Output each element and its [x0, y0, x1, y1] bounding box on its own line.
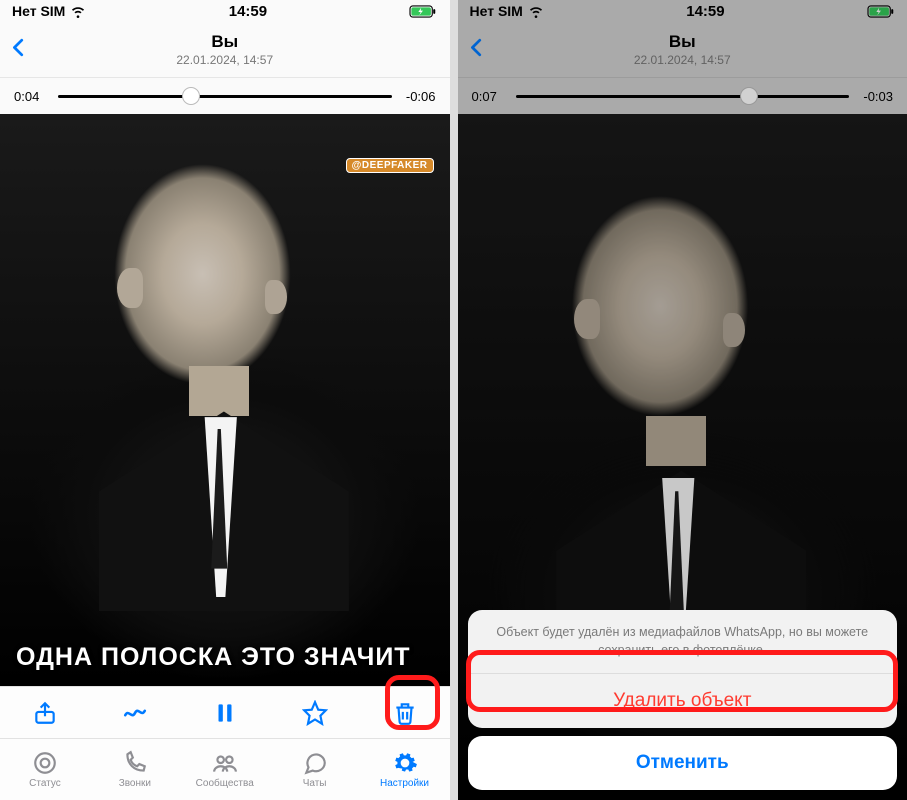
tab-status[interactable]: Статус: [0, 750, 90, 789]
action-sheet: Объект будет удалён из медиафайлов Whats…: [468, 610, 898, 790]
elapsed-time: 0:04: [14, 89, 50, 104]
tab-label: Сообщества: [196, 778, 254, 789]
watermark-badge: @DEEPFAKER: [346, 158, 434, 173]
tab-label: Звонки: [119, 778, 151, 789]
tab-label: Чаты: [303, 778, 327, 789]
phone-right: Нет SIM 14:59 Вы 22.01.2024, 14:57 0:07: [458, 0, 907, 800]
clock: 14:59: [229, 3, 267, 20]
video-caption: ОДНА ПОЛОСКА ЭТО ЗНАЧИТ: [0, 643, 450, 672]
sheet-message: Объект будет удалён из медиафайлов Whats…: [468, 610, 898, 674]
pause-button[interactable]: [203, 691, 247, 735]
tab-communities[interactable]: Сообщества: [180, 750, 270, 789]
trash-button[interactable]: [383, 691, 427, 735]
header: Вы 22.01.2024, 14:57: [0, 22, 450, 78]
tab-chats[interactable]: Чаты: [270, 750, 360, 789]
status-bar: Нет SIM 14:59: [0, 0, 450, 22]
media-toolbar: [0, 686, 450, 738]
cancel-button[interactable]: Отменить: [468, 736, 898, 790]
star-button[interactable]: [293, 691, 337, 735]
header-title: Вы: [176, 32, 273, 52]
tab-settings[interactable]: Настройки: [360, 750, 450, 789]
battery-icon: [409, 5, 437, 18]
tab-label: Настройки: [380, 778, 429, 789]
tab-calls[interactable]: Звонки: [90, 750, 180, 789]
video-scrubber[interactable]: 0:04 -0:06: [0, 78, 450, 114]
draw-button[interactable]: [113, 691, 157, 735]
header-subtitle: 22.01.2024, 14:57: [176, 53, 273, 67]
remaining-time: -0:06: [400, 89, 436, 104]
scrubber-track[interactable]: [58, 95, 392, 98]
delete-button[interactable]: Удалить объект: [468, 674, 898, 728]
wifi-icon: [70, 3, 86, 19]
video-content: [0, 114, 450, 686]
back-button[interactable]: [8, 33, 30, 66]
scrubber-thumb[interactable]: [182, 87, 200, 105]
phone-left: Нет SIM 14:59 Вы 22.01.2024, 14:57 0:04: [0, 0, 450, 800]
tab-label: Статус: [29, 778, 61, 789]
carrier-label: Нет SIM: [12, 3, 65, 19]
video-frame[interactable]: @DEEPFAKER ОДНА ПОЛОСКА ЭТО ЗНАЧИТ: [0, 114, 450, 686]
share-button[interactable]: [23, 691, 67, 735]
tab-bar: Статус Звонки Сообщества Чаты Настройки: [0, 738, 450, 800]
